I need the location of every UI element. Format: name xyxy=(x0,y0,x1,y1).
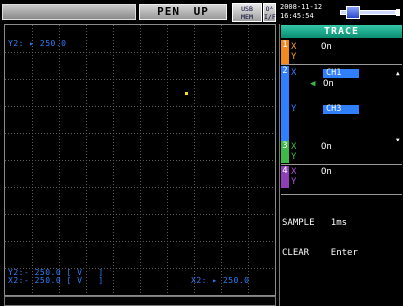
trace-2-y-channel[interactable]: CH3 xyxy=(323,105,359,114)
trace-panel-title: TRACE xyxy=(281,25,402,38)
divider xyxy=(281,64,402,65)
date-text: 2008-11-12 xyxy=(280,3,323,11)
sample-row[interactable]: SAMPLE 1ms xyxy=(282,218,402,228)
storage-indicator: USB MEM xyxy=(232,3,262,22)
pen-mode-label: PEN xyxy=(157,5,180,18)
divider xyxy=(281,194,402,195)
pen-mode-indicator: PEN UP xyxy=(139,4,227,20)
trace-3-number: 3 xyxy=(281,141,289,163)
trace-1-x-value[interactable]: On xyxy=(321,42,332,52)
status-bar: PEN UP USB MEM Oᴬ I/F 2008-11-12 16:45:5… xyxy=(0,0,403,24)
trace-1-y-label: Y xyxy=(291,52,297,62)
sample-settings: SAMPLE 1ms CLEAR Enter xyxy=(282,198,402,278)
plot-footer xyxy=(4,296,276,306)
time-text: 16:45:54 xyxy=(280,12,314,20)
trace-panel: TRACE 1 X On Y 2 X CH1 ◀ On Y CH3 ▲ ▼ 3 … xyxy=(279,24,403,306)
trace-3[interactable]: 3 X On Y xyxy=(281,141,402,163)
mem-label: MEM xyxy=(241,13,253,21)
sample-label: SAMPLE xyxy=(282,218,315,228)
trace-1-number: 1 xyxy=(281,40,289,64)
usb-label: USB xyxy=(241,5,253,13)
trace-2-x-channel[interactable]: CH1 xyxy=(323,69,359,78)
trace-4-number: 4 xyxy=(281,166,289,188)
trace-4[interactable]: 4 X On Y xyxy=(281,166,402,188)
trace-4-y-label: Y xyxy=(291,177,297,187)
battery-icon xyxy=(340,6,400,19)
clear-label: CLEAR xyxy=(282,248,310,258)
xy-plot[interactable]: Y2: ▸ 250.0 Y2:- 250.0 [ V ] X2:- 250.0 … xyxy=(4,24,276,296)
sample-value[interactable]: 1ms xyxy=(331,218,347,228)
interface-indicator: Oᴬ I/F xyxy=(263,3,276,22)
trace-1-x-label: X xyxy=(291,42,297,52)
datetime: 2008-11-12 16:45:54 xyxy=(280,3,336,22)
x-max-label: X2: ▸ 250.0 xyxy=(191,276,250,285)
status-bar-blank xyxy=(2,4,136,20)
trace-4-x-label: X xyxy=(291,167,297,177)
trace-2-number: 2 xyxy=(281,66,289,148)
trace-4-x-value[interactable]: On xyxy=(321,167,332,177)
scroll-up-icon[interactable]: ▲ xyxy=(396,69,400,79)
pen-position-marker xyxy=(185,92,188,95)
clear-value[interactable]: Enter xyxy=(331,248,358,258)
flag-top: Oᴬ xyxy=(265,5,274,13)
trace-2[interactable]: 2 X CH1 ◀ On Y CH3 ▲ ▼ xyxy=(281,66,402,148)
battery-level xyxy=(346,6,360,19)
pen-state-label: UP xyxy=(193,5,209,18)
battery-terminal xyxy=(396,9,400,16)
plot-grid xyxy=(5,25,275,295)
clear-row[interactable]: CLEAR Enter xyxy=(282,248,402,258)
trace-1[interactable]: 1 X On Y xyxy=(281,40,402,64)
trace-2-x-label: X xyxy=(291,68,297,78)
divider xyxy=(281,164,402,165)
trace-2-y-label: Y xyxy=(291,104,297,114)
y-max-label: Y2: ▸ 250.0 xyxy=(8,39,67,48)
trace-3-y-label: Y xyxy=(291,152,297,162)
trace-3-x-value[interactable]: On xyxy=(321,142,332,152)
trace-2-x-value[interactable]: On xyxy=(323,79,334,89)
flag-bottom: I/F xyxy=(264,13,276,21)
trace-3-x-label: X xyxy=(291,142,297,152)
x-min-label: X2:- 250.0 [ V ] xyxy=(8,276,104,285)
trace-2-x-arrow-icon: ◀ xyxy=(310,79,316,89)
